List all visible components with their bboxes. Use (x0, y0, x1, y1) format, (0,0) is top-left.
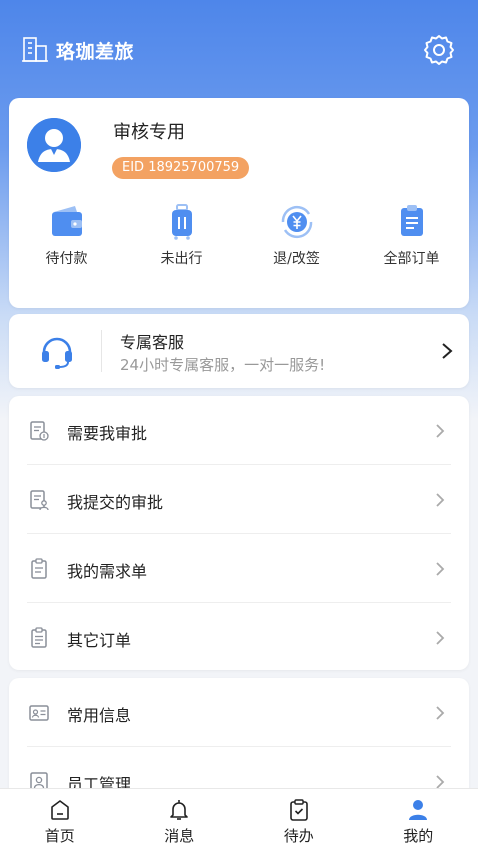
home-icon (50, 800, 69, 820)
submitted-doc-icon (30, 490, 49, 511)
divider (101, 330, 102, 372)
id-card-icon (29, 705, 49, 721)
menu-item-my-submitted-approvals[interactable]: 我提交的审批 (9, 465, 469, 534)
chevron-right-icon (436, 493, 445, 507)
building-icon (22, 37, 48, 62)
gear-icon[interactable] (422, 33, 456, 67)
user-avatar-icon[interactable] (27, 118, 81, 172)
profile-card: 审核专用 EID 18925700759 待付款 未出行 退/改签 全部订单 (9, 98, 469, 308)
top-bar: 珞珈差旅 (0, 0, 478, 98)
chevron-right-icon (436, 631, 445, 645)
chevron-right-icon (436, 562, 445, 576)
app-title: 珞珈差旅 (56, 40, 135, 63)
bell-icon (170, 800, 189, 820)
menu-item-other-orders[interactable]: 其它订单 (9, 603, 469, 672)
profile-icon (409, 800, 428, 820)
user-name: 审核专用 (113, 122, 185, 143)
bottom-tab-bar: 首页 消息 待办 我的 (0, 788, 478, 850)
chevron-right-icon (436, 424, 445, 438)
tab-messages[interactable]: 消息 (120, 789, 240, 850)
brand: 珞珈差旅 (20, 34, 134, 66)
order-shortcuts: 待付款 未出行 退/改签 全部订单 (9, 202, 469, 272)
menu-item-need-approval[interactable]: 需要我审批 (9, 396, 469, 465)
tab-home[interactable]: 首页 (0, 789, 120, 850)
order-pending-payment[interactable]: 待付款 (9, 202, 124, 272)
chevron-right-icon (442, 343, 453, 359)
tab-todo[interactable]: 待办 (239, 789, 359, 850)
eid-badge: EID 18925700759 (112, 157, 250, 179)
order-refund-change[interactable]: 退/改签 (239, 202, 354, 272)
service-title: 专属客服 (120, 333, 185, 352)
approval-doc-icon (30, 421, 49, 441)
request-form-icon (31, 558, 47, 579)
clipboard-icon (400, 205, 423, 236)
luggage-icon (171, 204, 192, 240)
order-all[interactable]: 全部订单 (354, 202, 469, 272)
other-orders-icon (31, 627, 47, 648)
todo-clipboard-icon (289, 799, 308, 821)
chevron-right-icon (436, 706, 445, 720)
headset-icon (42, 337, 72, 369)
yuan-refund-icon (281, 205, 312, 239)
menu-item-common-info[interactable]: 常用信息 (9, 678, 469, 747)
service-subtitle: 24小时专属客服，一对一服务! (120, 356, 326, 374)
wallet-icon (51, 206, 82, 236)
customer-service-card[interactable]: 专属客服 24小时专属客服，一对一服务! (9, 314, 469, 388)
order-not-traveled[interactable]: 未出行 (124, 202, 239, 272)
approval-menu-card: 需要我审批 我提交的审批 我的需求单 其它订单 (9, 396, 469, 670)
menu-item-my-requests[interactable]: 我的需求单 (9, 534, 469, 603)
tab-mine[interactable]: 我的 (359, 789, 478, 850)
